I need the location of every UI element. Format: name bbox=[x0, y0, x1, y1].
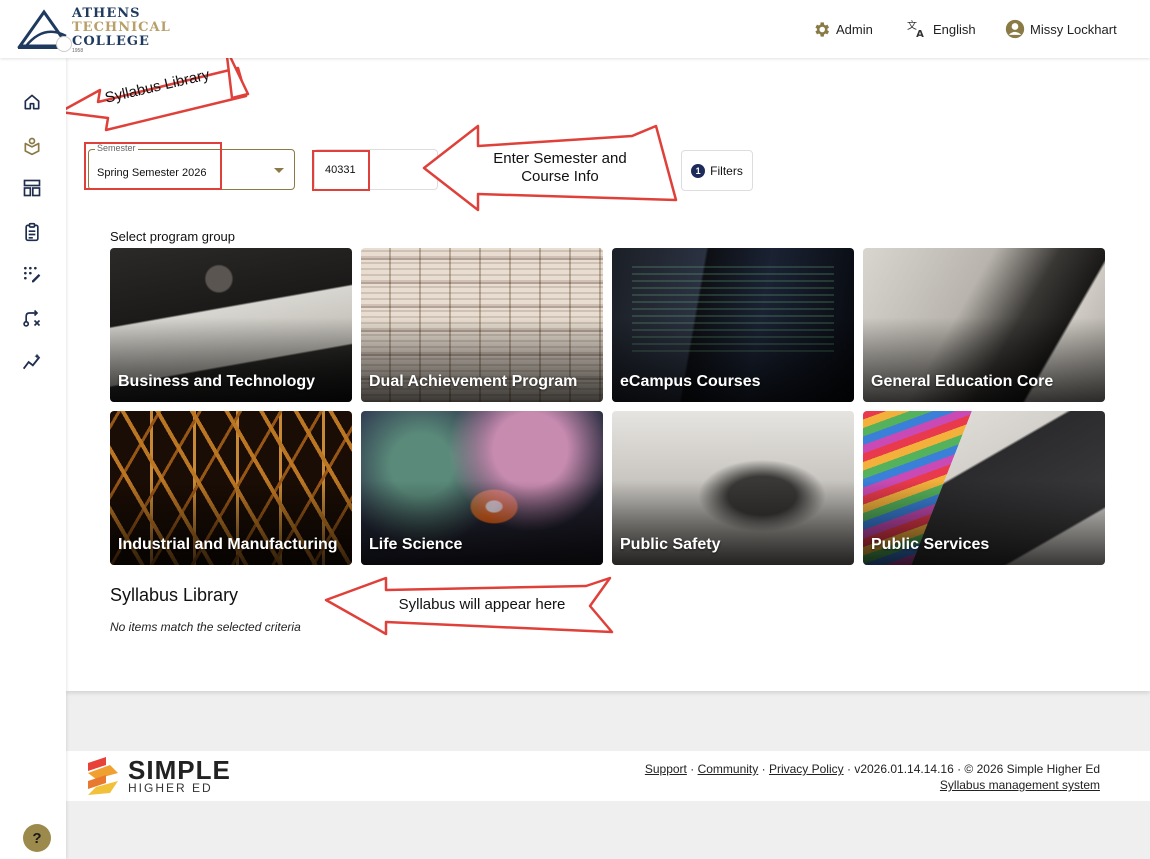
sidebar-item-syllabus-library[interactable] bbox=[20, 134, 44, 158]
course-search-input[interactable] bbox=[314, 149, 438, 190]
version-copyright: v2026.01.14.14.16 · © 2026 Simple Higher… bbox=[854, 762, 1100, 776]
footer-separator: · bbox=[761, 762, 769, 776]
dashboard-icon bbox=[23, 179, 41, 197]
semester-selected-value: Spring Semester 2026 bbox=[97, 167, 207, 179]
program-tile-label: Life Science bbox=[369, 536, 463, 553]
user-name: Missy Lockhart bbox=[1030, 21, 1117, 37]
workflow-icon bbox=[23, 309, 41, 327]
semester-select[interactable]: Semester Spring Semester 2026 bbox=[88, 143, 295, 190]
logo-line-college: COLLEGE bbox=[72, 34, 150, 49]
admin-label: Admin bbox=[836, 21, 873, 37]
program-tile-label: General Education Core bbox=[871, 373, 1054, 390]
footer-logo-line1: SIMPLE bbox=[128, 755, 231, 785]
semester-field-label: Semester bbox=[95, 143, 138, 153]
program-tile-label: Public Services bbox=[871, 536, 990, 553]
program-tile-dual-achievement[interactable]: Dual Achievement Program bbox=[361, 248, 603, 402]
program-tile-ecampus[interactable]: eCampus Courses bbox=[612, 248, 854, 402]
language-menu-button[interactable]: 文 A English bbox=[906, 18, 976, 40]
left-sidebar: ? bbox=[0, 58, 66, 859]
program-tile-public-services[interactable]: Public Services bbox=[863, 411, 1105, 565]
page-footer: SIMPLE HIGHER ED Support · Community · P… bbox=[66, 751, 1150, 801]
empty-results-message: No items match the selected criteria bbox=[110, 620, 301, 634]
admin-menu-button[interactable]: Admin bbox=[812, 18, 873, 40]
program-tile-label: eCampus Courses bbox=[620, 373, 761, 390]
privacy-policy-link[interactable]: Privacy Policy bbox=[769, 762, 844, 776]
sidebar-item-home[interactable] bbox=[20, 90, 44, 114]
program-tile-label: Public Safety bbox=[620, 536, 721, 553]
footer-links: Support · Community · Privacy Policy · v… bbox=[645, 761, 1100, 793]
program-tile-label: Business and Technology bbox=[118, 373, 316, 390]
top-header: ATHENS TECHNICAL COLLEGE 1958 Admin 文 A … bbox=[0, 0, 1150, 58]
svg-text:A: A bbox=[916, 29, 924, 39]
program-tile-business-technology[interactable]: Business and Technology bbox=[110, 248, 352, 402]
program-tile-label: Dual Achievement Program bbox=[369, 373, 578, 390]
home-icon bbox=[24, 94, 40, 110]
logo-line-technical: TECHNICAL bbox=[72, 20, 171, 35]
footer-separator: · bbox=[690, 762, 698, 776]
sidebar-item-edit-grid[interactable] bbox=[20, 262, 44, 286]
translate-icon: 文 A bbox=[907, 19, 924, 39]
sidebar-collapse-toggle[interactable] bbox=[56, 36, 72, 52]
syllabus-library-title: Syllabus Library bbox=[110, 585, 239, 605]
program-group-heading: Select program group bbox=[110, 229, 236, 244]
sidebar-item-workflow[interactable] bbox=[20, 306, 44, 330]
simple-higher-ed-emblem-icon bbox=[88, 757, 118, 795]
logo-line-athens: ATHENS bbox=[72, 6, 141, 21]
sidebar-item-clipboard[interactable] bbox=[20, 220, 44, 244]
program-tile-life-science[interactable]: Life Science bbox=[361, 411, 603, 565]
analytics-icon bbox=[22, 353, 41, 370]
athens-technical-college-logo[interactable]: ATHENS TECHNICAL COLLEGE 1958 bbox=[16, 4, 170, 54]
program-tile-industrial-manufacturing[interactable]: Industrial and Manufacturing bbox=[110, 411, 352, 565]
user-menu-button[interactable]: Missy Lockhart bbox=[1005, 18, 1117, 40]
clipboard-icon bbox=[25, 222, 39, 242]
filters-button[interactable]: 1 Filters bbox=[681, 150, 753, 191]
syllabus-system-link[interactable]: Syllabus management system bbox=[940, 778, 1100, 792]
community-link[interactable]: Community bbox=[698, 762, 759, 776]
support-link[interactable]: Support bbox=[645, 762, 687, 776]
language-label: English bbox=[933, 21, 976, 37]
filters-label: Filters bbox=[710, 163, 743, 178]
help-button[interactable]: ? bbox=[23, 824, 51, 852]
program-tile-label: Industrial and Manufacturing bbox=[118, 536, 338, 553]
filters-count-badge: 1 bbox=[691, 163, 706, 178]
gear-icon bbox=[815, 21, 830, 37]
logo-line-year: 1958 bbox=[72, 48, 84, 54]
simple-higher-ed-logo[interactable]: SIMPLE HIGHER ED bbox=[86, 756, 231, 796]
syllabus-library-icon bbox=[24, 137, 40, 156]
program-tile-public-safety[interactable]: Public Safety bbox=[612, 411, 854, 565]
program-tile-general-education[interactable]: General Education Core bbox=[863, 248, 1105, 402]
sidebar-item-analytics[interactable] bbox=[20, 350, 44, 374]
user-account-icon bbox=[1005, 19, 1025, 39]
chevron-down-icon bbox=[274, 168, 284, 173]
sidebar-item-dashboard[interactable] bbox=[20, 176, 44, 200]
edit-grid-icon bbox=[24, 266, 41, 283]
